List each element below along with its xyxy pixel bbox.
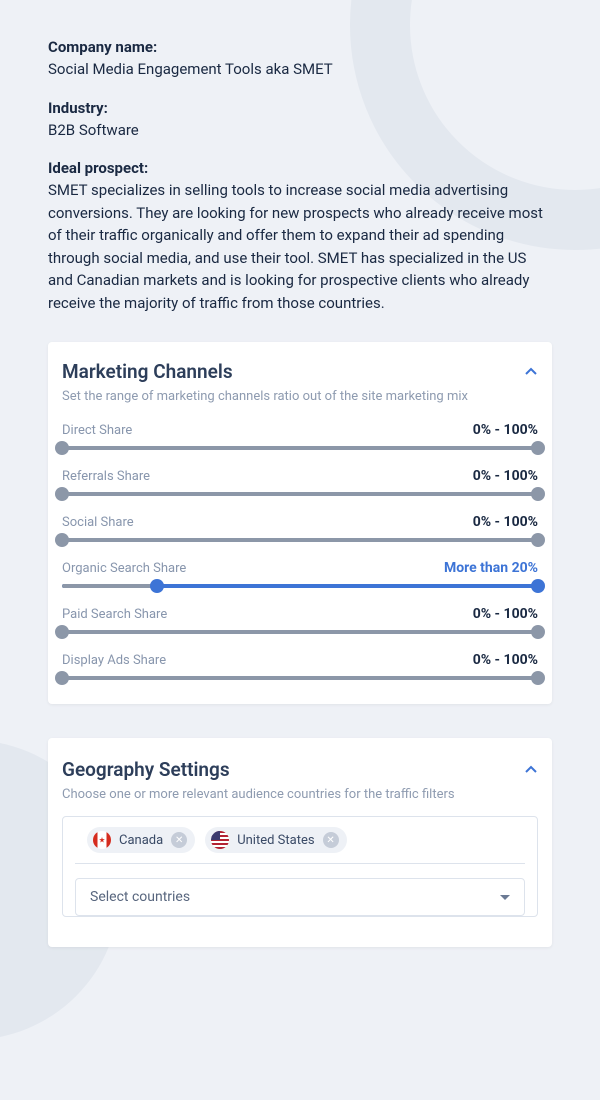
range-slider[interactable] <box>62 584 538 588</box>
slider-handle-max[interactable] <box>531 579 545 593</box>
slider-name-label: Direct Share <box>62 423 132 438</box>
remove-chip-icon[interactable]: ✕ <box>171 832 187 848</box>
industry-block: Industry: B2B Software <box>48 99 552 142</box>
chip-label: United States <box>237 833 314 848</box>
marketing-channels-subtitle: Set the range of marketing channels rati… <box>62 389 538 404</box>
chevron-up-icon[interactable] <box>524 763 538 777</box>
caret-down-icon <box>500 895 510 900</box>
geography-settings-header[interactable]: Geography Settings <box>62 758 538 781</box>
slider-row: Paid Search Share 0% - 100% <box>62 606 538 634</box>
slider-name-label: Referrals Share <box>62 469 150 484</box>
slider-handle-min[interactable] <box>55 487 69 501</box>
ideal-prospect-value: SMET specializes in selling tools to inc… <box>48 179 552 314</box>
chip-label: Canada <box>119 833 163 848</box>
slider-value-label: 0% - 100% <box>473 514 538 530</box>
ideal-prospect-block: Ideal prospect: SMET specializes in sell… <box>48 159 552 314</box>
slider-handle-max[interactable] <box>531 441 545 455</box>
slider-row: Referrals Share 0% - 100% <box>62 468 538 496</box>
chevron-up-icon[interactable] <box>524 365 538 379</box>
slider-handle-min[interactable] <box>55 441 69 455</box>
slider-handle-max[interactable] <box>531 625 545 639</box>
slider-value-label: 0% - 100% <box>473 652 538 668</box>
slider-name-label: Display Ads Share <box>62 653 166 668</box>
slider-handle-min[interactable] <box>55 671 69 685</box>
ideal-prospect-label: Ideal prospect: <box>48 159 552 177</box>
selected-countries-row: Canada ✕ United States ✕ <box>75 817 525 864</box>
slider-row: Organic Search Share More than 20% <box>62 560 538 588</box>
marketing-channels-header[interactable]: Marketing Channels <box>62 360 538 383</box>
company-name-block: Company name: Social Media Engagement To… <box>48 38 552 81</box>
range-slider[interactable] <box>62 676 538 680</box>
slider-row: Direct Share 0% - 100% <box>62 422 538 450</box>
slider-handle-min[interactable] <box>150 579 164 593</box>
geography-selector-box: Canada ✕ United States ✕ Select countries <box>62 816 538 917</box>
slider-name-label: Social Share <box>62 515 134 530</box>
geography-settings-subtitle: Choose one or more relevant audience cou… <box>62 787 538 802</box>
flag-icon <box>211 831 229 849</box>
company-name-value: Social Media Engagement Tools aka SMET <box>48 58 552 81</box>
slider-value-label: 0% - 100% <box>473 422 538 438</box>
slider-row: Social Share 0% - 100% <box>62 514 538 542</box>
industry-label: Industry: <box>48 99 552 117</box>
remove-chip-icon[interactable]: ✕ <box>323 832 339 848</box>
slider-handle-max[interactable] <box>531 487 545 501</box>
geography-settings-title: Geography Settings <box>62 758 230 781</box>
flag-icon <box>93 831 111 849</box>
slider-value-label: 0% - 100% <box>473 468 538 484</box>
country-chip: United States ✕ <box>205 827 346 853</box>
slider-row: Display Ads Share 0% - 100% <box>62 652 538 680</box>
slider-handle-min[interactable] <box>55 533 69 547</box>
industry-value: B2B Software <box>48 119 552 142</box>
slider-name-label: Paid Search Share <box>62 607 167 622</box>
marketing-channels-title: Marketing Channels <box>62 360 233 383</box>
range-slider[interactable] <box>62 630 538 634</box>
slider-handle-min[interactable] <box>55 625 69 639</box>
slider-value-label: 0% - 100% <box>473 606 538 622</box>
slider-value-label: More than 20% <box>444 560 538 576</box>
country-select-placeholder: Select countries <box>90 889 190 905</box>
country-chip: Canada ✕ <box>87 827 195 853</box>
company-name-label: Company name: <box>48 38 552 56</box>
slider-handle-max[interactable] <box>531 533 545 547</box>
slider-name-label: Organic Search Share <box>62 561 186 576</box>
slider-handle-max[interactable] <box>531 671 545 685</box>
geography-settings-card: Geography Settings Choose one or more re… <box>48 738 552 947</box>
marketing-channels-card: Marketing Channels Set the range of mark… <box>48 342 552 704</box>
range-slider[interactable] <box>62 538 538 542</box>
range-slider[interactable] <box>62 492 538 496</box>
country-select-dropdown[interactable]: Select countries <box>75 878 525 916</box>
range-slider[interactable] <box>62 446 538 450</box>
